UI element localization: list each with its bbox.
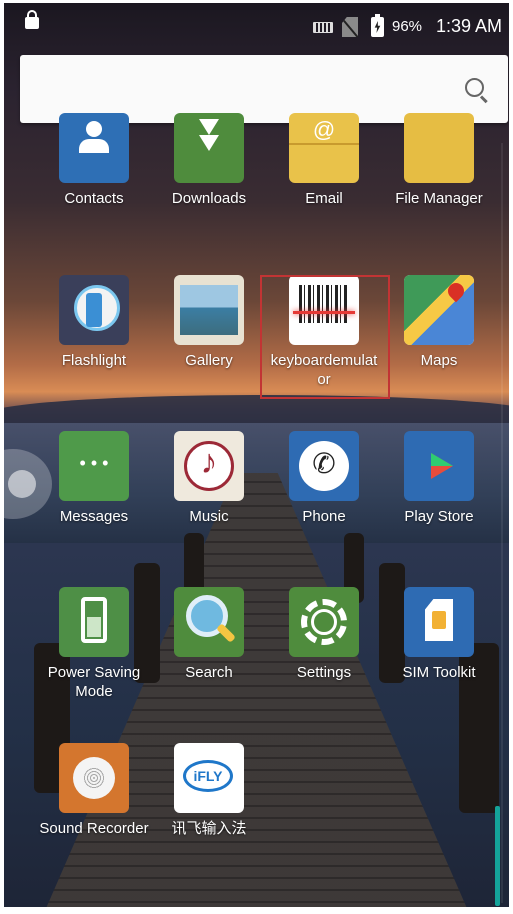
power-saving-icon	[59, 587, 129, 657]
no-sim-icon	[342, 17, 358, 37]
maps-icon	[404, 275, 474, 345]
play-store-icon	[404, 431, 474, 501]
app-label: Settings	[296, 664, 352, 681]
email-icon	[289, 113, 359, 183]
status-clock: 1:39 AM	[436, 16, 503, 36]
app-ifly-input[interactable]: 讯飞输入法	[151, 743, 267, 838]
app-label: Downloads	[171, 190, 247, 207]
scroll-indicator[interactable]	[495, 806, 500, 906]
app-power-saving-mode[interactable]: Power Saving Mode	[36, 587, 152, 701]
phone-icon	[289, 431, 359, 501]
selection-highlight-box	[260, 275, 390, 399]
app-play-store[interactable]: Play Store	[381, 431, 497, 526]
app-label: Phone	[302, 508, 346, 525]
sound-recorder-icon	[59, 743, 129, 813]
app-messages[interactable]: Messages	[36, 431, 152, 526]
app-file-manager[interactable]: File Manager	[381, 113, 497, 208]
app-label: File Manager	[395, 190, 483, 207]
search-icon[interactable]	[465, 78, 484, 97]
messages-icon	[59, 431, 129, 501]
app-label: SIM Toolkit	[402, 664, 476, 681]
music-icon	[174, 431, 244, 501]
app-music[interactable]: Music	[151, 431, 267, 526]
sim-card-icon	[404, 587, 474, 657]
battery-percent: 96%	[392, 18, 423, 35]
lock-icon	[25, 10, 39, 29]
app-label: Contacts	[64, 190, 124, 207]
app-grid: Contacts Downloads Email File Manager Fl…	[4, 113, 509, 847]
app-flashlight[interactable]: Flashlight	[36, 275, 152, 370]
contacts-icon	[59, 113, 129, 183]
app-label: Gallery	[185, 352, 233, 369]
app-label: Flashlight	[61, 352, 127, 369]
app-label: Music	[189, 508, 229, 525]
app-label: Power Saving Mode	[47, 664, 141, 700]
app-label: Maps	[420, 352, 458, 369]
home-screen: 96% 1:39 AM Contacts Downloads Email Fil…	[4, 3, 509, 907]
app-downloads[interactable]: Downloads	[151, 113, 267, 208]
app-gallery[interactable]: Gallery	[151, 275, 267, 370]
app-label: 讯飞输入法	[171, 820, 247, 837]
app-phone[interactable]: Phone	[266, 431, 382, 526]
battery-charging-icon	[371, 14, 384, 37]
status-bar: 96% 1:39 AM	[4, 3, 509, 49]
app-sound-recorder[interactable]: Sound Recorder	[36, 743, 152, 838]
app-label: Play Store	[404, 508, 474, 525]
file-manager-icon	[404, 113, 474, 183]
magnifier-icon	[174, 587, 244, 657]
app-settings[interactable]: Settings	[266, 587, 382, 682]
app-label: Search	[185, 664, 233, 681]
downloads-icon	[174, 113, 244, 183]
app-email[interactable]: Email	[266, 113, 382, 208]
settings-gear-icon	[289, 587, 359, 657]
gallery-icon	[174, 275, 244, 345]
app-label: Messages	[59, 508, 129, 525]
ifly-icon	[174, 743, 244, 813]
app-search[interactable]: Search	[151, 587, 267, 682]
keyboard-icon	[313, 22, 333, 33]
app-label: Email	[305, 190, 343, 207]
app-label: Sound Recorder	[39, 820, 149, 837]
app-sim-toolkit[interactable]: SIM Toolkit	[381, 587, 497, 682]
app-maps[interactable]: Maps	[381, 275, 497, 370]
app-contacts[interactable]: Contacts	[36, 113, 152, 208]
flashlight-icon	[59, 275, 129, 345]
